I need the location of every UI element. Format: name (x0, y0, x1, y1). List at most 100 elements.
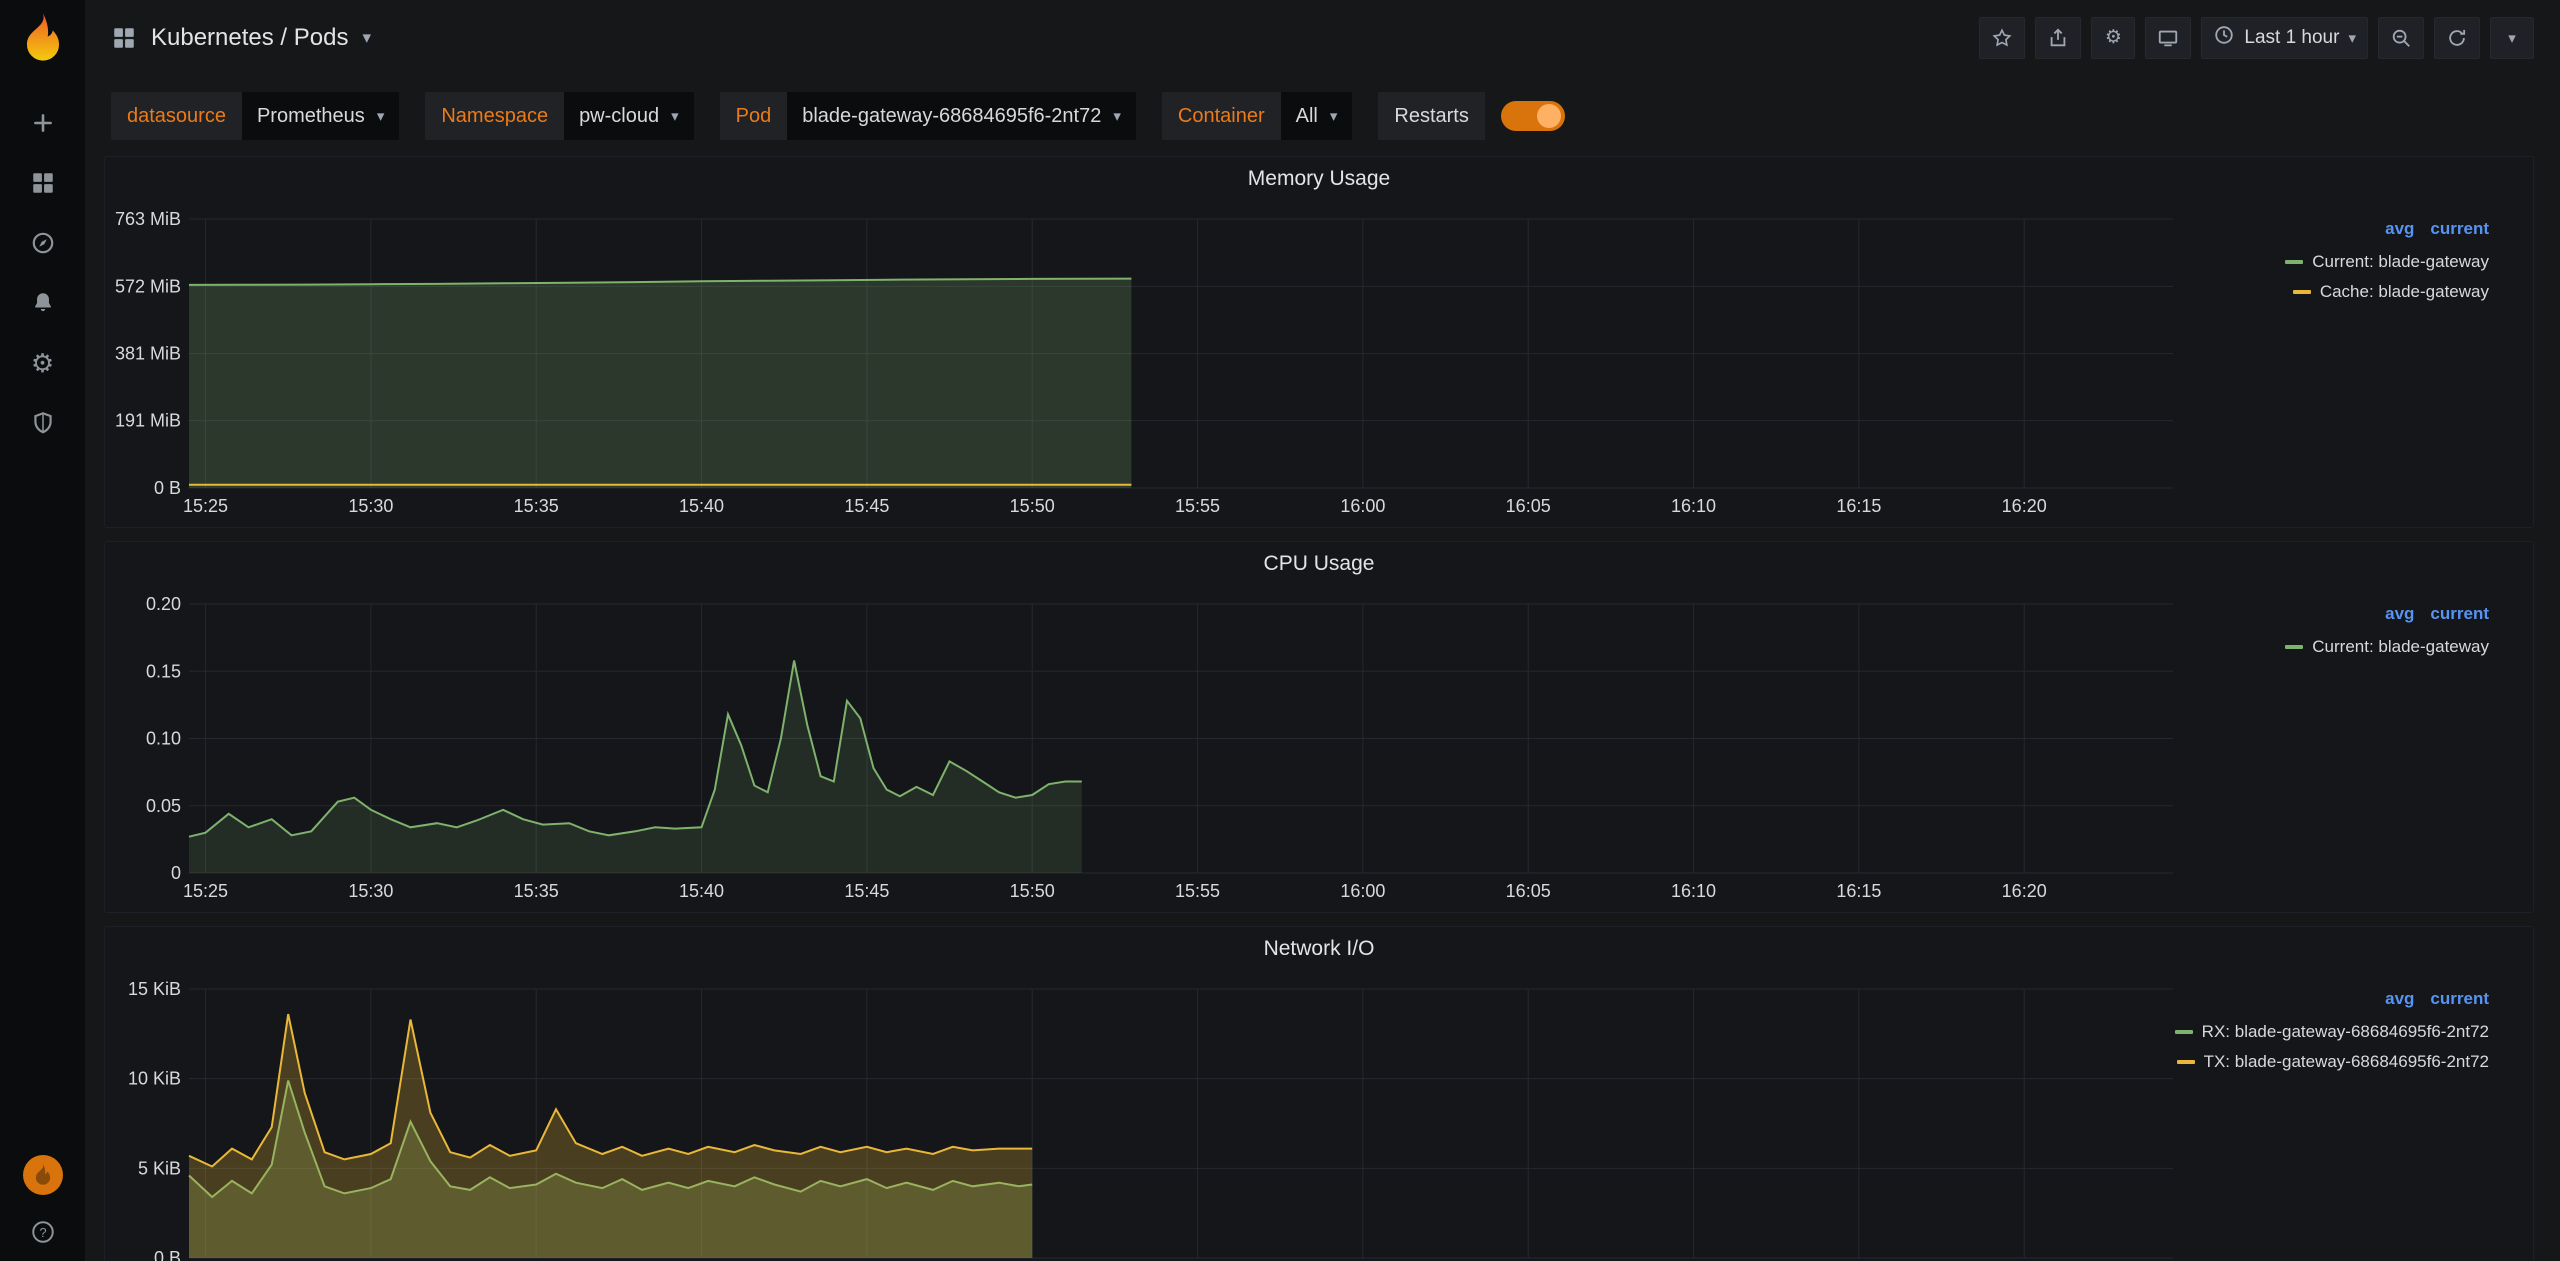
legend-avg-link[interactable]: avg (2385, 219, 2414, 239)
star-button[interactable] (1979, 17, 2025, 59)
legend-header: avg current (2385, 989, 2489, 1009)
svg-text:15:55: 15:55 (1175, 496, 1220, 516)
refresh-interval-caret[interactable]: ▾ (2490, 17, 2534, 59)
restarts-switch-wrap (1485, 92, 1569, 140)
container-dropdown[interactable]: All ▾ (1281, 92, 1353, 140)
legend-current-link[interactable]: current (2430, 604, 2489, 624)
caret-down-icon: ▾ (1330, 107, 1338, 125)
legend-avg-link[interactable]: avg (2385, 989, 2414, 1009)
dashboard-variables: datasource Prometheus ▾ Namespace pw-clo… (85, 75, 2560, 156)
namespace-dropdown[interactable]: pw-cloud ▾ (564, 92, 694, 140)
time-range-picker[interactable]: Last 1 hour ▾ (2201, 17, 2368, 59)
legend-item[interactable]: RX: blade-gateway-68684695f6-2nt72 (2175, 1017, 2489, 1047)
svg-text:15:25: 15:25 (183, 881, 228, 901)
svg-text:?: ? (39, 1225, 46, 1240)
legend: avg current RX: blade-gateway-68684695f6… (2175, 989, 2489, 1077)
toggle-knob (1537, 104, 1561, 128)
legend-item[interactable]: TX: blade-gateway-68684695f6-2nt72 (2177, 1047, 2489, 1077)
zoom-out-button[interactable] (2378, 17, 2424, 59)
caret-down-icon: ▾ (2348, 29, 2356, 47)
grafana-logo[interactable] (16, 10, 70, 64)
cpu-usage-chart[interactable]: 0.200.150.100.05015:2515:3015:3515:4015:… (113, 588, 2183, 912)
user-avatar[interactable] (23, 1155, 63, 1195)
variable-pod: Pod blade-gateway-68684695f6-2nt72 ▾ (720, 92, 1136, 140)
help-question-icon[interactable]: ? (30, 1219, 56, 1245)
page-title[interactable]: Kubernetes / Pods (151, 24, 348, 52)
settings-gear-icon[interactable]: ⚙ (2091, 17, 2135, 59)
legend-item[interactable]: Cache: blade-gateway (2293, 277, 2489, 307)
series-color-dash (2293, 290, 2311, 294)
variable-namespace: Namespace pw-cloud ▾ (425, 92, 693, 140)
panel-memory-usage: Memory Usage 763 MiB572 MiB381 MiB191 Mi… (104, 156, 2534, 528)
pod-value: blade-gateway-68684695f6-2nt72 (802, 105, 1101, 128)
panel-title[interactable]: Memory Usage (105, 167, 2533, 191)
svg-text:0.15: 0.15 (146, 661, 181, 681)
svg-text:16:10: 16:10 (1671, 881, 1716, 901)
namespace-value: pw-cloud (579, 105, 659, 128)
svg-text:15:25: 15:25 (183, 496, 228, 516)
svg-text:5 KiB: 5 KiB (138, 1158, 181, 1178)
restarts-label: Restarts (1378, 92, 1484, 140)
legend-header: avg current (2385, 604, 2489, 624)
svg-text:16:00: 16:00 (1340, 496, 1385, 516)
svg-text:15:50: 15:50 (1010, 496, 1055, 516)
variable-datasource: datasource Prometheus ▾ (111, 92, 399, 140)
restarts-toggle[interactable] (1501, 101, 1565, 131)
datasource-dropdown[interactable]: Prometheus ▾ (242, 92, 399, 140)
sidebar-menu: ⚙ (30, 110, 56, 436)
svg-text:0.05: 0.05 (146, 796, 181, 816)
svg-text:16:20: 16:20 (2002, 496, 2047, 516)
legend-series-name: Current: blade-gateway (2312, 637, 2489, 657)
legend-item[interactable]: Current: blade-gateway (2285, 247, 2489, 277)
svg-text:16:10: 16:10 (1671, 496, 1716, 516)
clock-icon (2213, 24, 2235, 52)
legend-current-link[interactable]: current (2430, 989, 2489, 1009)
series-color-dash (2285, 645, 2303, 649)
sidebar-bottom: ? (23, 1155, 63, 1245)
legend-item[interactable]: Current: blade-gateway (2285, 632, 2489, 662)
caret-down-icon: ▾ (2508, 29, 2516, 47)
svg-text:15:55: 15:55 (1175, 881, 1220, 901)
svg-text:0: 0 (171, 863, 181, 883)
svg-text:15:40: 15:40 (679, 881, 724, 901)
alerting-bell-icon[interactable] (30, 290, 56, 316)
share-button[interactable] (2035, 17, 2081, 59)
dashboards-grid-icon[interactable] (30, 170, 56, 196)
svg-text:16:15: 16:15 (1836, 496, 1881, 516)
time-range-label: Last 1 hour (2244, 27, 2339, 49)
panel-title[interactable]: CPU Usage (105, 552, 2533, 576)
breadcrumb: Kubernetes / Pods ▾ (111, 24, 371, 52)
legend-current-link[interactable]: current (2430, 219, 2489, 239)
variable-label: datasource (111, 92, 242, 140)
legend-series-name: Cache: blade-gateway (2320, 282, 2489, 302)
svg-text:381 MiB: 381 MiB (115, 344, 181, 364)
caret-down-icon[interactable]: ▾ (362, 28, 371, 48)
svg-text:16:00: 16:00 (1340, 881, 1385, 901)
cycle-view-tv-icon[interactable] (2145, 17, 2191, 59)
variable-label: Container (1162, 92, 1281, 140)
memory-usage-chart[interactable]: 763 MiB572 MiB381 MiB191 MiB0 B15:2515:3… (113, 203, 2183, 527)
svg-text:15:30: 15:30 (348, 496, 393, 516)
svg-text:0.10: 0.10 (146, 729, 181, 749)
svg-text:572 MiB: 572 MiB (115, 276, 181, 296)
explore-compass-icon[interactable] (30, 230, 56, 256)
pod-dropdown[interactable]: blade-gateway-68684695f6-2nt72 ▾ (787, 92, 1136, 140)
panel-title[interactable]: Network I/O (105, 937, 2533, 961)
refresh-button[interactable] (2434, 17, 2480, 59)
network-io-chart[interactable]: 15 KiB10 KiB5 KiB0 B15:2515:3015:3515:40… (113, 973, 2183, 1261)
server-admin-shield-icon[interactable] (30, 410, 56, 436)
create-plus-icon[interactable] (30, 110, 56, 136)
svg-text:763 MiB: 763 MiB (115, 209, 181, 229)
svg-text:15:45: 15:45 (844, 496, 889, 516)
svg-text:16:05: 16:05 (1506, 881, 1551, 901)
svg-text:0.20: 0.20 (146, 594, 181, 614)
configuration-gear-icon[interactable]: ⚙ (30, 350, 56, 376)
main-area: Kubernetes / Pods ▾ ⚙ Last 1 hour ▾ (85, 0, 2560, 1261)
container-value: All (1296, 105, 1318, 128)
series-color-dash (2175, 1030, 2193, 1034)
legend-avg-link[interactable]: avg (2385, 604, 2414, 624)
svg-text:10 KiB: 10 KiB (128, 1069, 181, 1089)
variable-label: Pod (720, 92, 788, 140)
legend-header: avg current (2385, 219, 2489, 239)
legend-series-name: Current: blade-gateway (2312, 252, 2489, 272)
